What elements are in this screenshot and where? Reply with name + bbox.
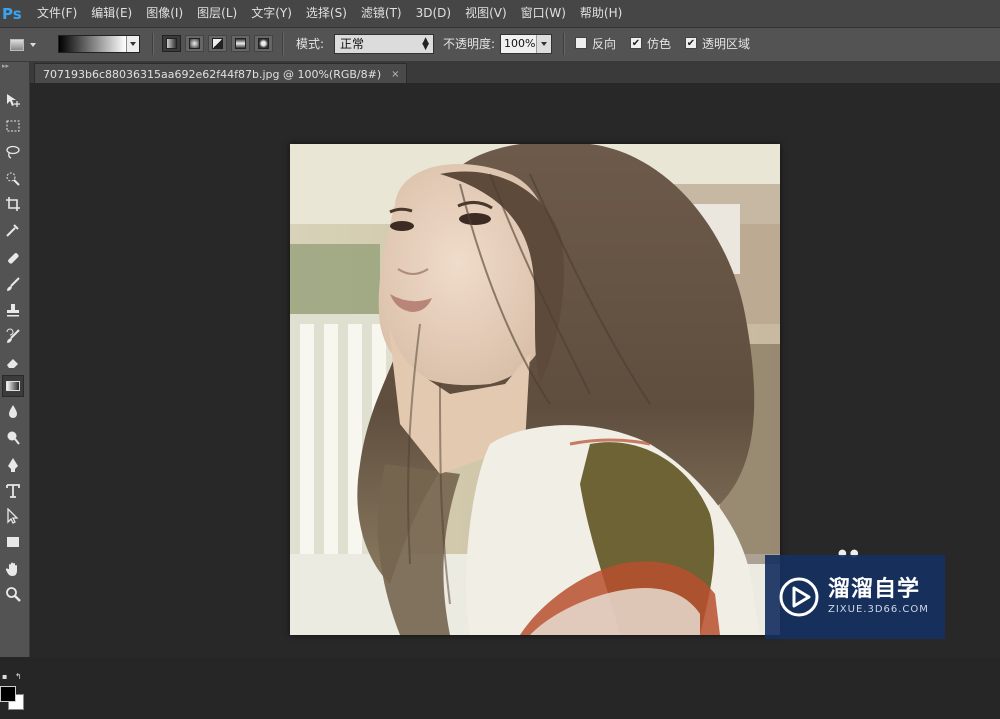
watermark-text: 溜溜自学 ZIXUE.3D66.COM	[828, 577, 929, 617]
angle-gradient-icon	[212, 38, 223, 49]
zoom-tool-icon[interactable]	[2, 583, 24, 605]
color-swatches: ▪ ↰	[0, 672, 28, 719]
options-bar: 模式: 正常 ▲▼ 不透明度: 100% 反向 仿色 透明区域	[0, 28, 1000, 62]
document-tab-title: 707193b6c88036315aa692e62f44f87b.jpg @ 1…	[43, 67, 382, 81]
gradient-preview[interactable]	[59, 36, 126, 52]
gradient-tool-preset-icon	[10, 38, 24, 51]
photoshop-logo: Ps	[2, 4, 22, 23]
menu-layer[interactable]: 图层(L)	[190, 0, 244, 27]
diamond-gradient-icon	[258, 38, 269, 49]
reverse-checkbox[interactable]	[575, 37, 587, 49]
marquee-tool-icon[interactable]	[2, 115, 24, 137]
mode-select-value: 正常	[340, 37, 365, 51]
gradient-picker[interactable]	[58, 35, 140, 53]
menu-image[interactable]: 图像(I)	[139, 0, 190, 27]
dither-label: 仿色	[647, 37, 672, 51]
portrait-photo	[290, 144, 780, 635]
separator	[152, 33, 154, 55]
watermark-title: 溜溜自学	[828, 577, 921, 602]
reflected-gradient-icon	[235, 38, 246, 49]
panel-grip-icon[interactable]: ▸▸	[0, 62, 31, 74]
updown-arrow-icon: ▲ ▼	[422, 36, 429, 52]
separator	[563, 33, 565, 55]
document-image[interactable]	[290, 144, 780, 635]
mode-label: 模式:	[296, 37, 325, 51]
history-brush-tool-icon[interactable]	[2, 325, 24, 347]
transparency-checkbox[interactable]	[685, 37, 697, 49]
chevron-down-icon	[541, 42, 547, 46]
gradient-tool-icon[interactable]	[2, 375, 24, 397]
menu-bar: Ps 文件(F) 编辑(E) 图像(I) 图层(L) 文字(Y) 选择(S) 滤…	[0, 0, 1000, 28]
hand-tool-icon[interactable]	[2, 558, 24, 580]
play-logo-icon	[779, 577, 819, 617]
rectangle-tool-icon[interactable]	[2, 531, 24, 553]
swap-colors-icon[interactable]: ↰	[15, 672, 22, 681]
menu-window[interactable]: 窗口(W)	[514, 0, 573, 27]
type-tool-icon[interactable]	[2, 480, 24, 502]
crop-tool-icon[interactable]	[2, 193, 24, 215]
menu-edit[interactable]: 编辑(E)	[84, 0, 139, 27]
watermark: 溜溜自学 ZIXUE.3D66.COM	[765, 555, 945, 639]
eyedropper-tool-icon[interactable]	[2, 219, 24, 241]
linear-gradient-button[interactable]	[162, 35, 181, 52]
tools-panel: ▸▸ ▪ ↰	[0, 62, 31, 710]
linear-gradient-icon	[166, 38, 177, 49]
dither-checkbox[interactable]	[630, 37, 642, 49]
chevron-down-icon	[30, 42, 36, 47]
menu-type[interactable]: 文字(Y)	[244, 0, 299, 27]
document-tab[interactable]: 707193b6c88036315aa692e62f44f87b.jpg @ 1…	[34, 63, 407, 84]
menu-view[interactable]: 视图(V)	[458, 0, 514, 27]
tool-preset-picker[interactable]	[10, 36, 44, 53]
reflected-gradient-button[interactable]	[231, 35, 250, 52]
opacity-label: 不透明度:	[443, 37, 496, 51]
clone-stamp-tool-icon[interactable]	[2, 299, 24, 321]
healing-brush-tool-icon[interactable]	[2, 247, 24, 269]
document-tab-bar: 707193b6c88036315aa692e62f44f87b.jpg @ 1…	[30, 62, 1000, 84]
move-tool-icon[interactable]	[2, 89, 24, 111]
menu-select[interactable]: 选择(S)	[299, 0, 354, 27]
radial-gradient-button[interactable]	[185, 35, 204, 52]
path-selection-tool-icon[interactable]	[2, 505, 24, 527]
opacity-value: 100%	[504, 37, 536, 50]
separator	[282, 33, 284, 55]
menu-file[interactable]: 文件(F)	[30, 0, 84, 27]
watermark-subtitle: ZIXUE.3D66.COM	[828, 604, 929, 615]
mode-select[interactable]: 正常 ▲ ▼	[334, 34, 434, 54]
opacity-field[interactable]: 100%	[500, 34, 552, 54]
transparency-label: 透明区域	[702, 37, 751, 51]
default-colors-icon[interactable]: ▪	[2, 672, 7, 681]
chevron-down-icon	[130, 42, 136, 46]
brush-tool-icon[interactable]	[2, 273, 24, 295]
lasso-tool-icon[interactable]	[2, 141, 24, 163]
menu-3d[interactable]: 3D(D)	[409, 0, 458, 27]
menu-help[interactable]: 帮助(H)	[573, 0, 629, 27]
diamond-gradient-button[interactable]	[254, 35, 273, 52]
blur-tool-icon[interactable]	[2, 401, 24, 423]
angle-gradient-button[interactable]	[208, 35, 227, 52]
quick-select-tool-icon[interactable]	[2, 167, 24, 189]
reverse-label: 反向	[592, 37, 617, 51]
pen-tool-icon[interactable]	[2, 454, 24, 476]
close-icon[interactable]: ×	[391, 69, 399, 80]
opacity-slider-button[interactable]	[536, 35, 551, 53]
eraser-tool-icon[interactable]	[2, 351, 24, 373]
gradient-dropdown-button[interactable]	[126, 36, 139, 52]
menu-filter[interactable]: 滤镜(T)	[354, 0, 409, 27]
dodge-tool-icon[interactable]	[2, 427, 24, 449]
radial-gradient-icon	[189, 38, 200, 49]
foreground-color-swatch[interactable]	[0, 686, 16, 702]
